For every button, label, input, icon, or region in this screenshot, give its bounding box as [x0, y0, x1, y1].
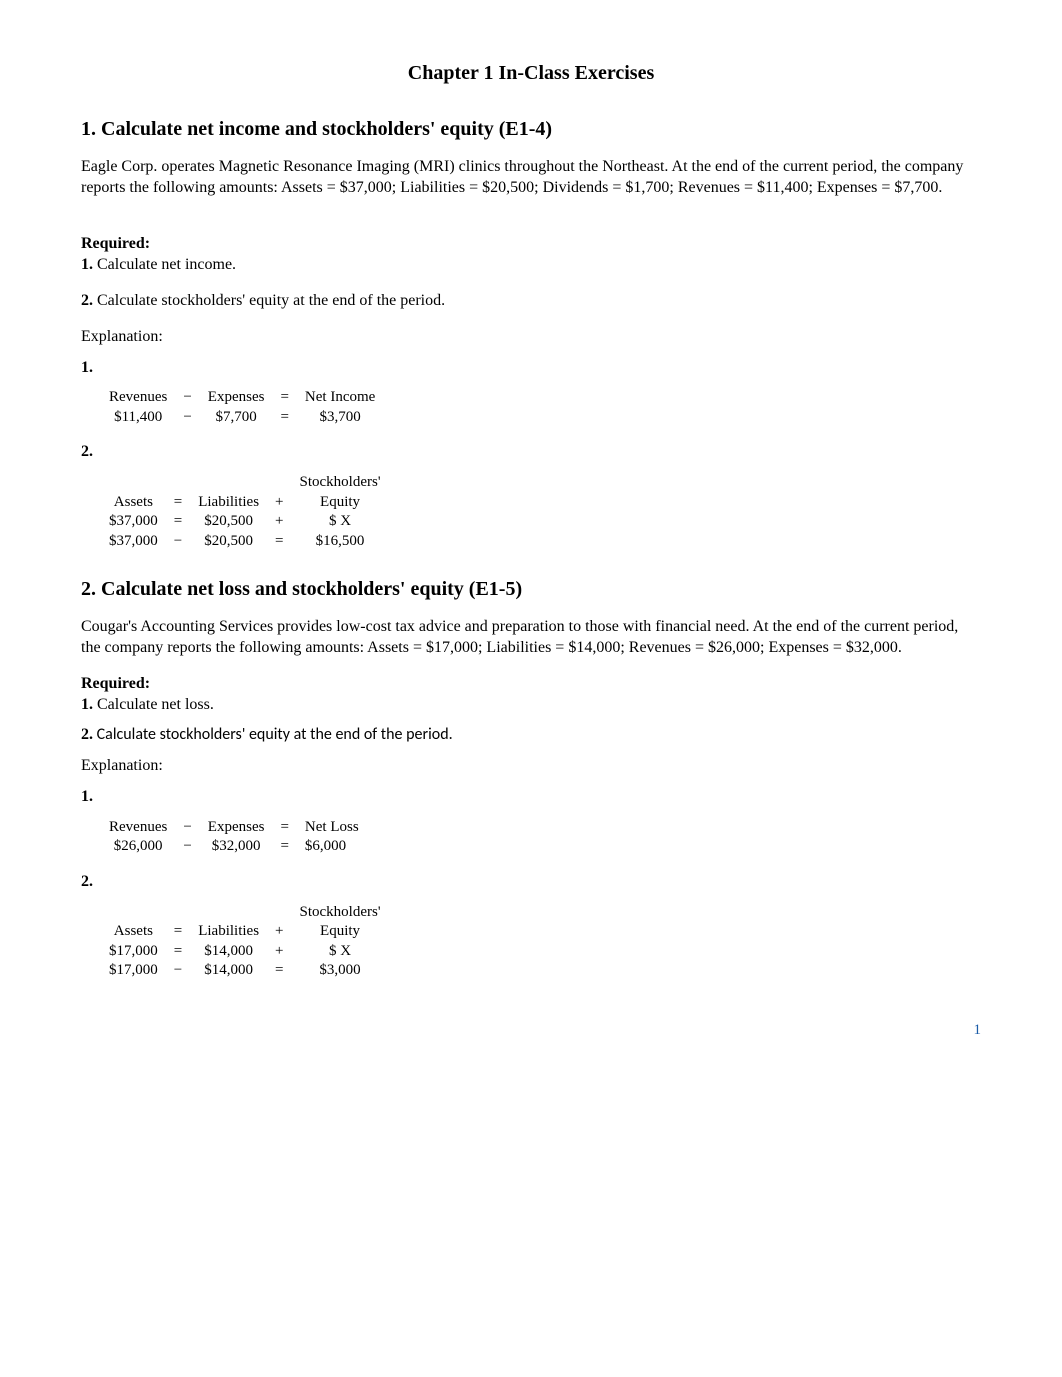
eq-cell: Revenues	[101, 388, 175, 408]
eq-cell: −	[175, 818, 199, 838]
eq-cell: =	[272, 408, 296, 428]
required-label-1: Required:	[81, 234, 981, 255]
page-number: 1	[81, 1021, 981, 1041]
eq-cell: =	[166, 512, 190, 532]
eq-cell: +	[267, 512, 291, 532]
eq-cell: Expenses	[200, 388, 273, 408]
section1-body: Eagle Corp. operates Magnetic Resonance …	[81, 157, 981, 199]
req2-2: 2. Calculate stockholders' equity at the…	[81, 725, 981, 746]
section2-title: 2. Calculate net loss and stockholders' …	[81, 576, 981, 602]
section1-part1-num: 1.	[81, 358, 981, 379]
eq-cell: Liabilities	[190, 922, 267, 942]
required-label-2: Required:	[81, 674, 981, 695]
eq-cell: Revenues	[101, 818, 175, 838]
section2-equation1: Revenues − Expenses = Net Loss $26,000 −…	[101, 818, 367, 857]
eq-cell: −	[175, 837, 199, 857]
required-block-1: Required: 1. Calculate net income. 2. Ca…	[81, 234, 981, 311]
eq-cell: $ X	[292, 942, 389, 962]
eq-cell: $14,000	[190, 942, 267, 962]
eq-cell: =	[272, 388, 296, 408]
eq-cell: =	[272, 818, 296, 838]
section1-equation1: Revenues − Expenses = Net Income $11,400…	[101, 388, 383, 427]
req1-1-num: 1.	[81, 256, 93, 273]
req2-1: 1. Calculate net loss.	[81, 695, 981, 716]
required-block-2: Required: 1. Calculate net loss. 2. Calc…	[81, 674, 981, 746]
eq-cell: Equity	[292, 922, 389, 942]
eq-cell: Equity	[292, 493, 389, 513]
eq-cell: $20,500	[190, 532, 267, 552]
eq-cell: $37,000	[101, 532, 166, 552]
req2-2-num: 2.	[81, 726, 93, 743]
eq-cell: =	[166, 493, 190, 513]
eq-cell: $14,000	[190, 961, 267, 981]
eq-cell: +	[267, 493, 291, 513]
eq-cell: =	[166, 942, 190, 962]
explanation-label-1: Explanation:	[81, 327, 981, 348]
req1-2-num: 2.	[81, 292, 93, 309]
eq-cell: $3,000	[292, 961, 389, 981]
eq-cell: $ X	[292, 512, 389, 532]
section2-part2-num: 2.	[81, 872, 981, 893]
eq-cell: −	[166, 961, 190, 981]
eq-cell: −	[166, 532, 190, 552]
eq-cell: $17,000	[101, 942, 166, 962]
eq-cell: $37,000	[101, 512, 166, 532]
eq-cell: $17,000	[101, 961, 166, 981]
eq-cell: Stockholders'	[292, 473, 389, 493]
req1-2: 2. Calculate stockholders' equity at the…	[81, 291, 981, 312]
explanation-label-2: Explanation:	[81, 756, 981, 777]
eq-cell: $3,700	[297, 408, 383, 428]
eq-cell: $6,000	[297, 837, 367, 857]
req2-1-text: Calculate net loss.	[93, 696, 214, 713]
section2-equation2: Stockholders' Assets = Liabilities + Equ…	[101, 903, 389, 981]
section2-body: Cougar's Accounting Services provides lo…	[81, 617, 981, 659]
eq-cell: Liabilities	[190, 493, 267, 513]
eq-cell: =	[272, 837, 296, 857]
eq-cell: =	[267, 961, 291, 981]
req1-2-text: Calculate stockholders' equity at the en…	[93, 292, 445, 309]
section1-part2-num: 2.	[81, 442, 981, 463]
req2-2-text: Calculate stockholders' equity at the en…	[93, 725, 453, 744]
chapter-title: Chapter 1 In-Class Exercises	[81, 60, 981, 86]
eq-cell: $26,000	[101, 837, 175, 857]
eq-cell: Net Loss	[297, 818, 367, 838]
req1-1: 1. Calculate net income.	[81, 255, 981, 276]
eq-cell: $11,400	[101, 408, 175, 428]
eq-cell: Net Income	[297, 388, 383, 408]
req2-1-num: 1.	[81, 696, 93, 713]
eq-cell: +	[267, 942, 291, 962]
eq-cell: +	[267, 922, 291, 942]
eq-cell: =	[166, 922, 190, 942]
eq-cell: $7,700	[200, 408, 273, 428]
eq-cell: Expenses	[200, 818, 273, 838]
eq-cell: Assets	[101, 493, 166, 513]
section2-part1-num: 1.	[81, 787, 981, 808]
eq-cell: −	[175, 408, 199, 428]
eq-cell: Assets	[101, 922, 166, 942]
eq-cell: −	[175, 388, 199, 408]
eq-cell: $20,500	[190, 512, 267, 532]
eq-cell: $16,500	[292, 532, 389, 552]
req1-1-text: Calculate net income.	[93, 256, 236, 273]
eq-cell: =	[267, 532, 291, 552]
eq-cell: $32,000	[200, 837, 273, 857]
eq-cell: Stockholders'	[292, 903, 389, 923]
section1-equation2: Stockholders' Assets = Liabilities + Equ…	[101, 473, 389, 551]
section1-title: 1. Calculate net income and stockholders…	[81, 116, 981, 142]
